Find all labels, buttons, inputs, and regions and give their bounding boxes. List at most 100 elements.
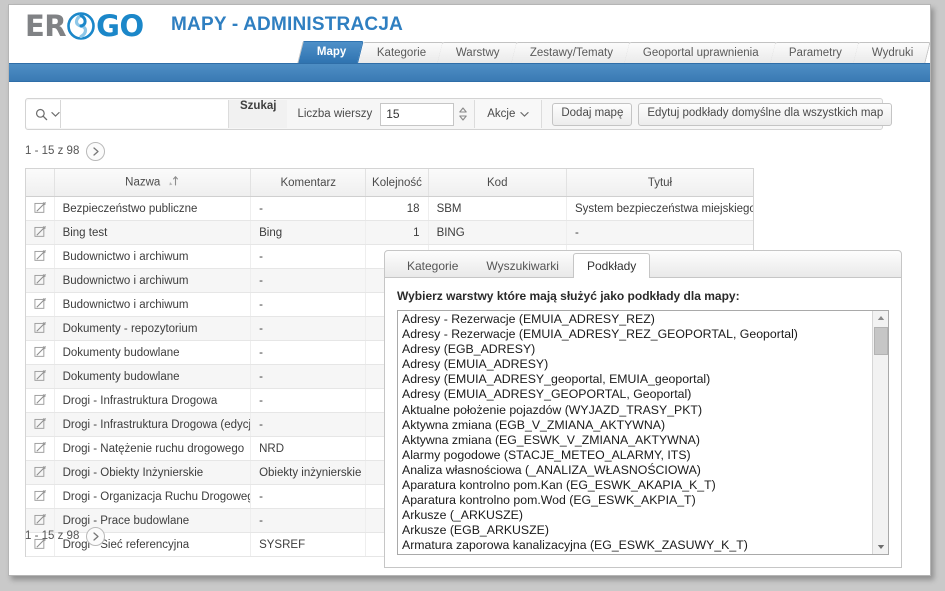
cell-nazwa: Bing test (54, 220, 252, 245)
list-item[interactable]: Alarmy pogodowe (STACJE_METEO_ALARMY, IT… (400, 448, 872, 463)
scroll-up-icon[interactable] (873, 311, 888, 325)
next-page-button-bottom[interactable] (86, 526, 106, 546)
list-item[interactable]: Adresy - Rezerwacje (EMUIA_ADRESY_REZ_GE… (400, 327, 872, 342)
cell-komentarz: NRD (250, 436, 367, 461)
row-edit-cell[interactable] (26, 220, 55, 245)
list-item[interactable]: Aparatura kontrolno pom.Kan (EG_ESWK_AKA… (400, 478, 872, 493)
edit-pencil-icon[interactable] (34, 249, 47, 265)
row-edit-cell[interactable] (26, 484, 55, 509)
add-map-button[interactable]: Dodaj mapę (552, 102, 633, 126)
edit-pencil-icon[interactable] (34, 465, 47, 481)
search-column-selector[interactable] (26, 100, 61, 128)
panel-tab-kategorie[interactable]: Kategorie (393, 253, 472, 278)
cell-nazwa: Budownictwo i archiwum (54, 268, 252, 293)
search-button[interactable]: Szukaj (228, 100, 288, 128)
edit-pencil-icon[interactable] (34, 441, 47, 457)
rows-count-input[interactable] (380, 102, 455, 126)
table-row: Bezpieczeństwo publiczne - 18 SBM System… (26, 196, 753, 221)
list-item[interactable]: Adresy - Rezerwacje (EMUIA_ADRESY_REZ) (400, 312, 872, 327)
cell-komentarz: - (250, 244, 367, 269)
cell-nazwa: Drogi - Organizacja Ruchu Drogowego (54, 484, 252, 509)
edit-pencil-icon[interactable] (34, 321, 47, 337)
row-edit-cell[interactable] (26, 292, 55, 317)
cell-komentarz: - (250, 412, 367, 437)
list-item[interactable]: Aktualne położenie pojazdów (WYJAZD_TRAS… (400, 403, 872, 418)
row-edit-cell[interactable] (26, 316, 55, 341)
list-item[interactable]: Adresy (EMUIA_ADRESY) (400, 357, 872, 372)
column-header-kolejnosc[interactable]: Kolejność (365, 169, 429, 197)
list-item[interactable]: Adresy (EMUIA_ADRESY_GEOPORTAL, Geoporta… (400, 387, 872, 402)
edit-pencil-icon[interactable] (34, 393, 47, 409)
list-item[interactable]: Aparatura kontrolno pom.Wod (EG_ESWK_AKP… (400, 493, 872, 508)
edit-pencil-icon[interactable] (34, 417, 47, 433)
chevron-down-icon (520, 111, 530, 117)
next-page-icon (93, 531, 99, 541)
cell-komentarz: - (250, 316, 367, 341)
cell-komentarz: - (250, 364, 367, 389)
screenshot-root: ER GO MAPY - ADMINISTRACJA Mapy Kategori… (0, 0, 945, 591)
spinner-icon (459, 107, 467, 121)
cell-komentarz: - (250, 268, 367, 293)
accent-band (9, 63, 930, 82)
next-page-button-top[interactable] (86, 141, 106, 161)
edit-pencil-icon[interactable] (34, 201, 47, 217)
tab-label: Kategorie (376, 47, 426, 59)
cell-komentarz: - (250, 340, 367, 365)
row-edit-cell[interactable] (26, 436, 55, 461)
map-detail-panel: Kategorie Wyszukiwarki Podkłady Wybierz … (384, 250, 902, 568)
row-edit-cell[interactable] (26, 412, 55, 437)
panel-tab-podklady[interactable]: Podkłady (572, 253, 651, 278)
row-edit-cell[interactable] (26, 268, 55, 293)
list-item[interactable]: Analiza własnościowa (_ANALIZA_WŁASNOŚCI… (400, 463, 872, 478)
cell-komentarz: - (250, 292, 367, 317)
edit-pencil-icon[interactable] (34, 297, 47, 313)
edit-pencil-icon[interactable] (34, 369, 47, 385)
column-header-kod[interactable]: Kod (428, 169, 567, 197)
row-edit-cell[interactable] (26, 340, 55, 365)
tab-geoportal-uprawnienia[interactable]: Geoportal uprawnienia (624, 42, 777, 63)
rows-count-stepper[interactable] (458, 103, 468, 125)
edit-pencil-icon[interactable] (34, 225, 47, 241)
edit-pencil-icon[interactable] (34, 345, 47, 361)
list-item[interactable]: Aktywna zmiana (EG_ESWK_V_ZMIANA_AKTYWNA… (400, 433, 872, 448)
basemap-layers-listbox[interactable]: Adresy - Rezerwacje (EMUIA_ADRESY_REZ) A… (397, 310, 889, 555)
tab-parametry[interactable]: Parametry (769, 42, 860, 63)
column-header-tytul[interactable]: Tytuł (566, 169, 753, 197)
logo-swirl-icon (67, 12, 95, 40)
row-edit-cell[interactable] (26, 460, 55, 485)
list-item[interactable]: Aktywna zmiana (EGB_V_ZMIANA_AKTYWNA) (400, 418, 872, 433)
application-window: ER GO MAPY - ADMINISTRACJA Mapy Kategori… (8, 4, 931, 576)
tab-zestawy-tematy[interactable]: Zestawy/Tematy (511, 42, 631, 63)
panel-tab-bar: Kategorie Wyszukiwarki Podkłady (384, 250, 902, 278)
actions-menu-button[interactable]: Akcje (474, 100, 543, 128)
edit-pencil-icon[interactable] (34, 273, 47, 289)
search-input[interactable] (61, 100, 228, 128)
column-header-nazwa[interactable]: Nazwa (54, 169, 252, 197)
panel-tab-wyszukiwarki[interactable]: Wyszukiwarki (472, 253, 573, 278)
column-header-komentarz[interactable]: Komentarz (250, 169, 367, 197)
list-item[interactable]: Arkusze (_ARKUSZE) (400, 508, 872, 523)
tab-kategorie[interactable]: Kategorie (358, 42, 444, 63)
listbox-items: Adresy - Rezerwacje (EMUIA_ADRESY_REZ) A… (398, 311, 872, 554)
next-page-icon (93, 146, 99, 156)
logo-text-left: ER (25, 8, 67, 43)
tab-warstwy[interactable]: Warstwy (437, 42, 518, 63)
cell-kod: BING (428, 220, 567, 245)
tab-label: Parametry (788, 47, 842, 59)
logo-text-right: GO (96, 8, 144, 43)
row-edit-cell[interactable] (26, 196, 55, 221)
row-edit-cell[interactable] (26, 388, 55, 413)
row-edit-cell[interactable] (26, 244, 55, 269)
scrollbar-thumb[interactable] (874, 327, 888, 355)
list-item[interactable]: Adresy (EGB_ADRESY) (400, 342, 872, 357)
listbox-scrollbar[interactable] (872, 311, 888, 554)
edit-pencil-icon[interactable] (34, 489, 47, 505)
list-item[interactable]: Arkusze (EGB_ARKUSZE) (400, 523, 872, 538)
scroll-down-icon[interactable] (873, 540, 888, 554)
tab-mapy[interactable]: Mapy (297, 41, 365, 63)
tab-wydruki[interactable]: Wydruki (852, 42, 930, 63)
edit-default-basemaps-button[interactable]: Edytuj podkłady domyślne dla wszystkich … (638, 102, 893, 126)
list-item[interactable]: Armatura zaporowa kanalizacyjna (EG_ESWK… (400, 538, 872, 553)
row-edit-cell[interactable] (26, 364, 55, 389)
list-item[interactable]: Adresy (EMUIA_ADRESY_geoportal, EMUIA_ge… (400, 372, 872, 387)
